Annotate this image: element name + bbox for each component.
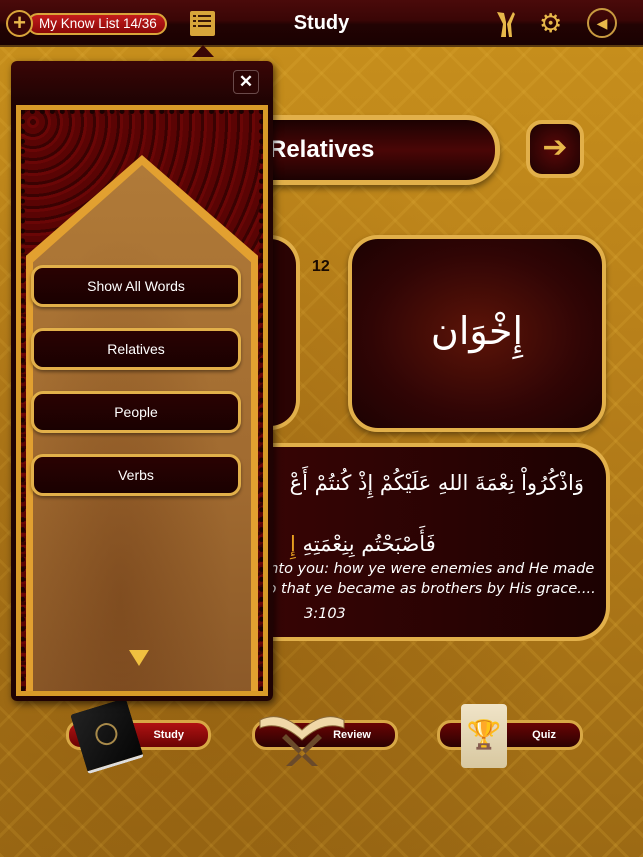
category-item-people[interactable]: People [31, 391, 241, 433]
verse-translation: unto you: how ye were enemies and He mad… [260, 559, 596, 599]
verse-arabic-line-2-text: فَأَصْبَحْتُم بِنِعْمَتِهِ [302, 532, 436, 556]
word-arabic: إِخْوَان [430, 309, 524, 353]
verse-card: وَاذْكُرُواْ نِعْمَةَ اللهِ عَلَيْكُمْ إ… [220, 443, 610, 641]
book-stand-icon[interactable] [256, 706, 348, 766]
verse-reference: 3:103 [304, 606, 346, 622]
scroll-down-icon[interactable] [129, 650, 149, 666]
popover-caret [192, 45, 214, 57]
category-popover [11, 61, 273, 701]
word-card-number: 12 [312, 258, 330, 275]
speaker-icon[interactable]: ◀ [587, 8, 617, 38]
verse-arabic-line-2: فَأَصْبَحْتُم بِنِعْمَتِهِ إِ [290, 532, 436, 556]
close-popover-button[interactable]: ✕ [233, 70, 259, 94]
verse-translation-line-1: unto you: how ye were enemies and He mad… [260, 561, 595, 577]
trophy-scroll-icon[interactable]: 🏆 [461, 704, 507, 768]
gear-icon[interactable]: ⚙ [539, 10, 562, 36]
next-category-button[interactable]: ➔ [526, 120, 584, 178]
top-bar: + My Know List 14/36 Study ⚙ ◀ [0, 0, 643, 47]
plus-circle-icon: + [6, 10, 33, 37]
verse-arabic-line-1: وَاذْكُرُواْ نِعْمَةَ اللهِ عَلَيْكُمْ إ… [289, 471, 584, 495]
category-item-show-all-words[interactable]: Show All Words [31, 265, 241, 307]
verse-translation-line-2: so that ye became as brothers by His gra… [260, 581, 596, 597]
quran-book-icon[interactable] [70, 697, 144, 775]
category-item-verbs[interactable]: Verbs [31, 454, 241, 496]
verse-highlight: إِ [290, 532, 296, 556]
category-item-relatives[interactable]: Relatives [31, 328, 241, 370]
nav-quiz-button[interactable]: Quiz [437, 720, 583, 750]
word-card[interactable]: إِخْوَان [348, 235, 606, 432]
praying-hands-icon[interactable] [493, 10, 517, 38]
